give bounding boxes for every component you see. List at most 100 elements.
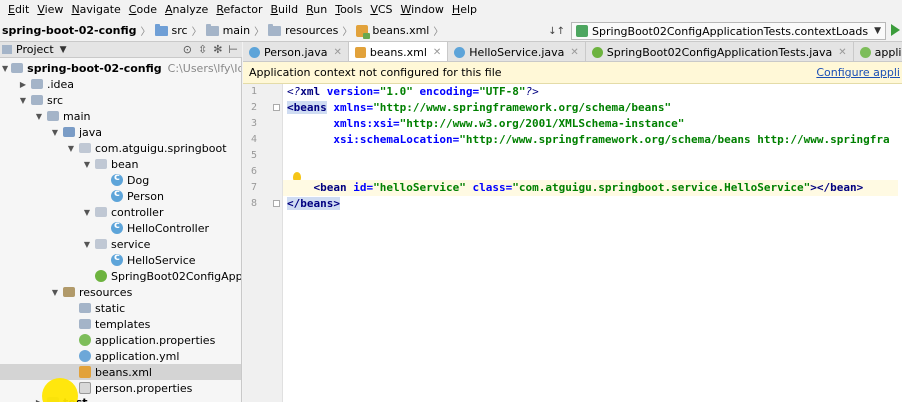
chevron-down-icon[interactable]: ▼ xyxy=(60,45,67,55)
tree-item-person[interactable]: Person xyxy=(0,188,241,204)
line-number: 1 xyxy=(250,86,257,97)
breadcrumb-main[interactable]: main xyxy=(223,24,250,37)
tree-item-main[interactable]: ▼ main xyxy=(0,108,241,124)
breadcrumb-file[interactable]: beans.xml xyxy=(372,24,429,37)
tab-application-properties[interactable]: application.properties ✕ xyxy=(854,42,902,61)
gear-icon[interactable]: ✻ xyxy=(213,43,222,56)
tree-item-test[interactable]: ▶ test xyxy=(0,394,241,402)
close-icon[interactable]: ✕ xyxy=(570,47,578,58)
menu-build[interactable]: Build xyxy=(266,0,302,20)
project-panel-title[interactable]: Project xyxy=(16,43,54,56)
tree-item-helloservice[interactable]: HelloService xyxy=(0,252,241,268)
close-icon[interactable]: ✕ xyxy=(334,47,342,58)
tree-item-hellocontroller[interactable]: HelloController xyxy=(0,220,241,236)
menu-bar: Edit View Navigate Code Analyze Refactor… xyxy=(0,0,902,20)
code-line-4: xsi:schemaLocation="http://www.springfra… xyxy=(287,132,889,148)
tab-beans-xml[interactable]: beans.xml ✕ xyxy=(348,42,449,61)
tree-item-dog[interactable]: Dog xyxy=(0,172,241,188)
test-class-icon xyxy=(591,46,603,58)
tree-item-static[interactable]: static xyxy=(0,300,241,316)
tree-item-root[interactable]: ▼ spring-boot-02-config C:\Users\lfy\Ide… xyxy=(0,60,241,76)
target-icon[interactable]: ⊙ xyxy=(183,43,192,56)
line-number: 6 xyxy=(250,166,257,177)
collapse-icon[interactable]: ⇳ xyxy=(198,43,207,56)
chevron-down-icon[interactable]: ▼ xyxy=(82,160,92,169)
menu-help[interactable]: Help xyxy=(448,0,481,20)
close-icon[interactable]: ✕ xyxy=(838,47,846,58)
menu-vcs[interactable]: VCS xyxy=(366,0,396,20)
line-number: 7 xyxy=(250,182,257,193)
chevron-down-icon[interactable]: ▼ xyxy=(82,240,92,249)
tree-item-application-class[interactable]: SpringBoot02ConfigApplication xyxy=(0,268,241,284)
tree-item-resources[interactable]: ▼ resources xyxy=(0,284,241,300)
code-token: "http://www.springframework.org/schema/b… xyxy=(373,101,672,114)
fold-marker-icon[interactable] xyxy=(273,200,280,207)
menu-refactor[interactable]: Refactor xyxy=(212,0,266,20)
chevron-right-icon[interactable]: ▶ xyxy=(18,80,28,89)
chevron-down-icon[interactable]: ▼ xyxy=(2,64,8,73)
configure-link[interactable]: Configure appli xyxy=(816,66,900,79)
xml-file-icon xyxy=(354,46,366,58)
properties-file-icon xyxy=(859,46,871,58)
close-icon[interactable]: ✕ xyxy=(433,47,441,58)
tree-item-label: templates xyxy=(95,317,151,331)
tree-item-label: com.atguigu.springboot xyxy=(95,141,227,155)
tree-item-label: src xyxy=(47,93,64,107)
code-token: </beans> xyxy=(287,197,340,210)
hide-icon[interactable]: ⊢ xyxy=(228,43,238,56)
tab-tests-java[interactable]: SpringBoot02ConfigApplicationTests.java … xyxy=(586,42,854,61)
breadcrumb-src[interactable]: src xyxy=(172,24,188,37)
menu-view[interactable]: View xyxy=(33,0,67,20)
menu-run[interactable]: Run xyxy=(302,0,331,20)
menu-edit[interactable]: Edit xyxy=(4,0,33,20)
package-icon xyxy=(79,143,91,153)
tree-item-label: resources xyxy=(79,285,133,299)
tab-person-java[interactable]: Person.java ✕ xyxy=(243,42,349,61)
tree-item-label: static xyxy=(95,301,126,315)
tree-item-label: bean xyxy=(111,157,139,171)
run-icon[interactable] xyxy=(891,24,900,36)
chevron-down-icon[interactable]: ▼ xyxy=(18,96,28,105)
line-number: 3 xyxy=(250,118,257,129)
tree-item-service[interactable]: ▼ service xyxy=(0,236,241,252)
sort-icon[interactable]: ↓↑ xyxy=(548,26,565,37)
class-icon xyxy=(111,188,123,202)
breadcrumb-project[interactable]: spring-boot-02-config xyxy=(2,24,137,37)
menu-code[interactable]: Code xyxy=(125,0,161,20)
chevron-down-icon[interactable]: ▼ xyxy=(50,128,60,137)
tree-item-beans-xml[interactable]: beans.xml xyxy=(0,364,241,380)
chevron-down-icon[interactable]: ▼ xyxy=(66,144,76,153)
code-editor[interactable]: 1 2 3 4 5 6 7 8 <?xml version="1.0" enco… xyxy=(243,84,902,402)
menu-analyze[interactable]: Analyze xyxy=(161,0,212,20)
tree-item-path: C:\Users\lfy\IdeaProjects xyxy=(167,61,241,75)
line-number: 8 xyxy=(250,198,257,209)
chevron-down-icon[interactable]: ▼ xyxy=(34,112,44,121)
chevron-down-icon[interactable]: ▼ xyxy=(82,208,92,217)
folder-icon xyxy=(268,23,282,36)
banner-message: Application context not configured for t… xyxy=(249,66,502,79)
tree-item-idea[interactable]: ▶ .idea xyxy=(0,76,241,92)
menu-window[interactable]: Window xyxy=(397,0,448,20)
tree-item-package[interactable]: ▼ com.atguigu.springboot xyxy=(0,140,241,156)
code-line-2: <beans xmlns="http://www.springframework… xyxy=(287,100,671,116)
menu-navigate[interactable]: Navigate xyxy=(67,0,124,20)
tree-item-java[interactable]: ▼ java xyxy=(0,124,241,140)
tab-helloservice-java[interactable]: HelloService.java ✕ xyxy=(448,42,586,61)
folder-icon xyxy=(205,23,219,36)
tree-item-templates[interactable]: templates xyxy=(0,316,241,332)
run-config: ↓↑ SpringBoot02ConfigApplicationTests.co… xyxy=(548,22,886,40)
tree-item-label: application.yml xyxy=(95,349,180,363)
tree-item-controller[interactable]: ▼ controller xyxy=(0,204,241,220)
tree-item-application-properties[interactable]: application.properties xyxy=(0,332,241,348)
tree-item-application-yml[interactable]: application.yml xyxy=(0,348,241,364)
tree-item-src[interactable]: ▼ src xyxy=(0,92,241,108)
tree-item-bean[interactable]: ▼ bean xyxy=(0,156,241,172)
fold-marker-icon[interactable] xyxy=(273,104,280,111)
run-config-select[interactable]: SpringBoot02ConfigApplicationTests.conte… xyxy=(571,22,886,40)
chevron-right-icon: 〉 xyxy=(254,27,265,38)
tab-label: Person.java xyxy=(264,45,328,59)
chevron-down-icon[interactable]: ▼ xyxy=(50,288,60,297)
menu-tools[interactable]: Tools xyxy=(331,0,366,20)
folder-icon xyxy=(79,303,91,313)
breadcrumb-resources[interactable]: resources xyxy=(285,24,338,37)
